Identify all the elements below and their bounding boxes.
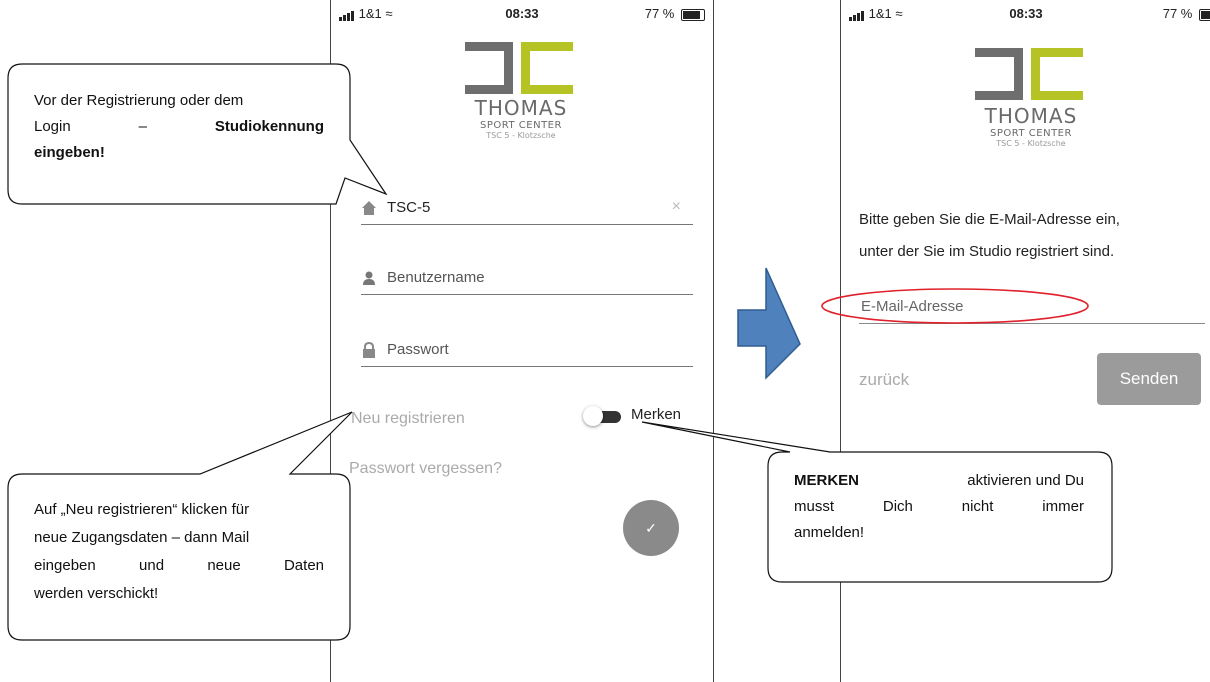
arrow-right-icon xyxy=(737,267,801,380)
callout-text-top-left: Vor der Registrierung oder dem Login – S… xyxy=(34,92,324,161)
email-highlight-ellipse xyxy=(821,288,1089,324)
callout-text-bottom-left: Auf „Neu registrieren“ klicken für neue … xyxy=(34,501,324,602)
callout-text-right: MERKEN aktivieren und Du musst Dich nich… xyxy=(794,472,1084,541)
